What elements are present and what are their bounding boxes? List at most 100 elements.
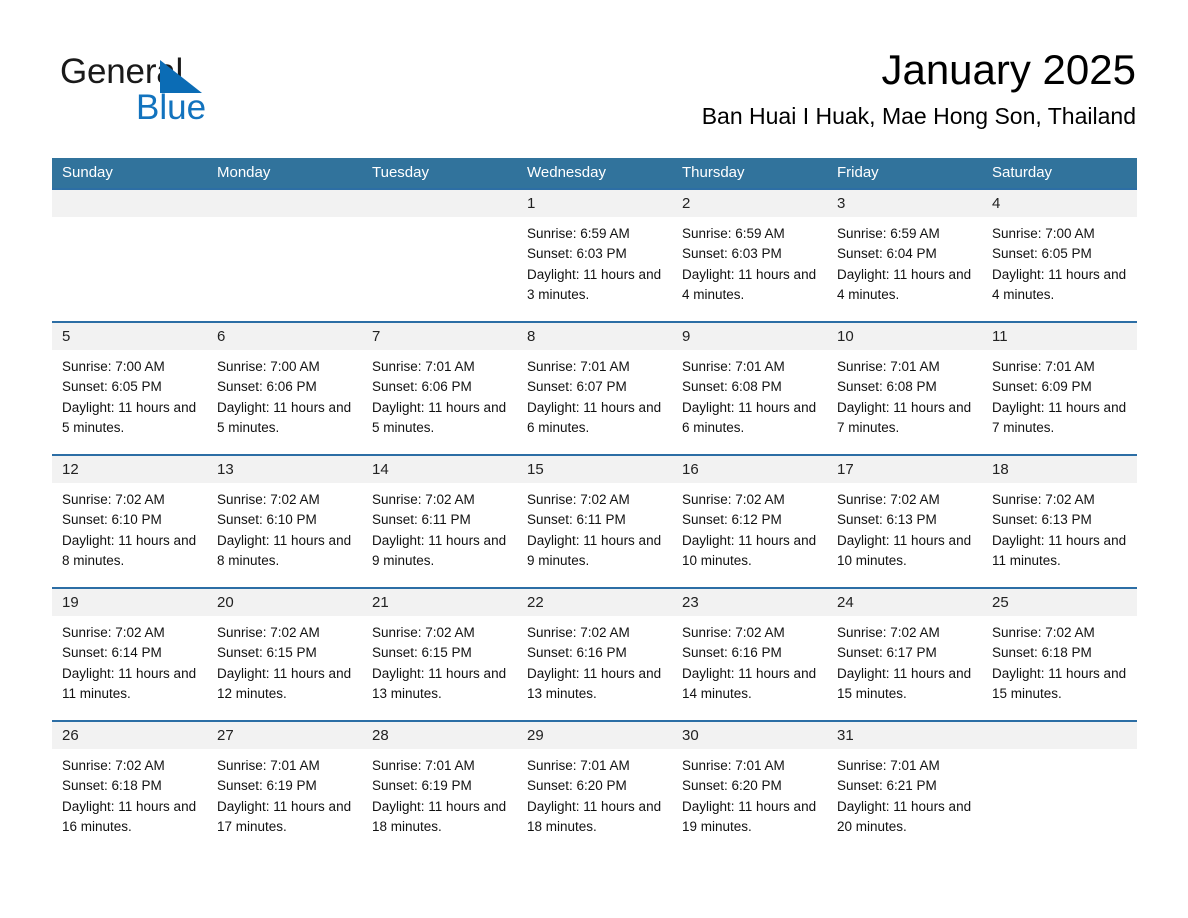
sunrise-text: Sunrise: 7:01 AM (527, 359, 630, 374)
day-number-band: 20 (207, 589, 362, 616)
day-number: 22 (527, 594, 544, 611)
day-cell[interactable]: 15 Sunrise: 7:02 AM Sunset: 6:11 PM Dayl… (517, 456, 672, 587)
day-cell[interactable]: 30 Sunrise: 7:01 AM Sunset: 6:20 PM Dayl… (672, 722, 827, 853)
day-cell[interactable]: 9 Sunrise: 7:01 AM Sunset: 6:08 PM Dayli… (672, 323, 827, 454)
calendar-week-row: 1 Sunrise: 6:59 AM Sunset: 6:03 PM Dayli… (52, 188, 1137, 321)
day-cell[interactable]: 19 Sunrise: 7:02 AM Sunset: 6:14 PM Dayl… (52, 589, 207, 720)
day-number: 20 (217, 594, 234, 611)
day-cell[interactable]: 17 Sunrise: 7:02 AM Sunset: 6:13 PM Dayl… (827, 456, 982, 587)
day-cell[interactable]: 13 Sunrise: 7:02 AM Sunset: 6:10 PM Dayl… (207, 456, 362, 587)
day-number: 8 (527, 328, 536, 345)
daylight-text: Daylight: 11 hours and 3 minutes. (527, 266, 662, 302)
day-cell[interactable] (207, 190, 362, 321)
day-cell[interactable]: 20 Sunrise: 7:02 AM Sunset: 6:15 PM Dayl… (207, 589, 362, 720)
day-cell[interactable] (52, 190, 207, 321)
calendar-week-row: 26 Sunrise: 7:02 AM Sunset: 6:18 PM Dayl… (52, 720, 1137, 853)
weekday-header-tuesday: Tuesday (372, 164, 429, 181)
sunrise-text: Sunrise: 7:02 AM (682, 625, 785, 640)
daylight-text: Daylight: 11 hours and 7 minutes. (837, 399, 972, 435)
day-cell[interactable]: 27 Sunrise: 7:01 AM Sunset: 6:19 PM Dayl… (207, 722, 362, 853)
sunrise-text: Sunrise: 6:59 AM (837, 226, 940, 241)
sunrise-text: Sunrise: 7:02 AM (527, 625, 630, 640)
sunrise-text: Sunrise: 7:02 AM (837, 492, 940, 507)
sunrise-text: Sunrise: 6:59 AM (527, 226, 630, 241)
day-cell[interactable]: 31 Sunrise: 7:01 AM Sunset: 6:21 PM Dayl… (827, 722, 982, 853)
sunrise-text: Sunrise: 7:02 AM (372, 492, 475, 507)
day-cell[interactable] (362, 190, 517, 321)
day-cell[interactable]: 6 Sunrise: 7:00 AM Sunset: 6:06 PM Dayli… (207, 323, 362, 454)
sunset-text: Sunset: 6:11 PM (527, 512, 626, 528)
day-number: 16 (682, 461, 699, 478)
day-cell[interactable]: 11 Sunrise: 7:01 AM Sunset: 6:09 PM Dayl… (982, 323, 1137, 454)
sunrise-text: Sunrise: 7:01 AM (837, 758, 940, 773)
day-number: 2 (682, 195, 691, 212)
sunset-text: Sunset: 6:19 PM (372, 778, 472, 794)
sunset-text: Sunset: 6:06 PM (372, 379, 472, 395)
sunrise-text: Sunrise: 7:02 AM (837, 625, 940, 640)
sunrise-text: Sunrise: 7:02 AM (992, 625, 1095, 640)
day-cell[interactable]: 29 Sunrise: 7:01 AM Sunset: 6:20 PM Dayl… (517, 722, 672, 853)
sunrise-text: Sunrise: 7:01 AM (837, 359, 940, 374)
day-cell[interactable] (982, 722, 1137, 853)
day-cell[interactable]: 8 Sunrise: 7:01 AM Sunset: 6:07 PM Dayli… (517, 323, 672, 454)
day-cell[interactable]: 25 Sunrise: 7:02 AM Sunset: 6:18 PM Dayl… (982, 589, 1137, 720)
sunrise-text: Sunrise: 7:00 AM (217, 359, 320, 374)
day-cell[interactable]: 4 Sunrise: 7:00 AM Sunset: 6:05 PM Dayli… (982, 190, 1137, 321)
day-details: Sunrise: 7:00 AM Sunset: 6:06 PM Dayligh… (207, 350, 362, 438)
day-details: Sunrise: 7:02 AM Sunset: 6:12 PM Dayligh… (672, 483, 827, 571)
day-details: Sunrise: 6:59 AM Sunset: 6:03 PM Dayligh… (517, 217, 672, 305)
daylight-text: Daylight: 11 hours and 20 minutes. (837, 798, 972, 834)
day-cell[interactable]: 18 Sunrise: 7:02 AM Sunset: 6:13 PM Dayl… (982, 456, 1137, 587)
day-cell[interactable]: 23 Sunrise: 7:02 AM Sunset: 6:16 PM Dayl… (672, 589, 827, 720)
logo-text-blue: Blue (136, 88, 207, 127)
general-blue-logo[interactable]: General Blue (60, 52, 320, 136)
sunset-text: Sunset: 6:11 PM (372, 512, 471, 528)
day-number-band: 17 (827, 456, 982, 483)
day-cell[interactable]: 26 Sunrise: 7:02 AM Sunset: 6:18 PM Dayl… (52, 722, 207, 853)
day-number-band: 19 (52, 589, 207, 616)
day-details (52, 217, 207, 224)
day-cell[interactable]: 7 Sunrise: 7:01 AM Sunset: 6:06 PM Dayli… (362, 323, 517, 454)
day-cell[interactable]: 16 Sunrise: 7:02 AM Sunset: 6:12 PM Dayl… (672, 456, 827, 587)
sunrise-text: Sunrise: 7:01 AM (527, 758, 630, 773)
day-cell[interactable]: 14 Sunrise: 7:02 AM Sunset: 6:11 PM Dayl… (362, 456, 517, 587)
day-details: Sunrise: 7:02 AM Sunset: 6:18 PM Dayligh… (52, 749, 207, 837)
day-number: 12 (62, 461, 79, 478)
day-cell[interactable]: 12 Sunrise: 7:02 AM Sunset: 6:10 PM Dayl… (52, 456, 207, 587)
day-cell[interactable]: 2 Sunrise: 6:59 AM Sunset: 6:03 PM Dayli… (672, 190, 827, 321)
daylight-text: Daylight: 11 hours and 9 minutes. (527, 532, 662, 568)
calendar-week-row: 12 Sunrise: 7:02 AM Sunset: 6:10 PM Dayl… (52, 454, 1137, 587)
day-details: Sunrise: 7:02 AM Sunset: 6:11 PM Dayligh… (517, 483, 672, 571)
sunset-text: Sunset: 6:20 PM (527, 778, 627, 794)
day-number-band: 22 (517, 589, 672, 616)
sunset-text: Sunset: 6:16 PM (527, 645, 627, 661)
day-details (982, 749, 1137, 756)
day-number: 15 (527, 461, 544, 478)
day-cell[interactable]: 22 Sunrise: 7:02 AM Sunset: 6:16 PM Dayl… (517, 589, 672, 720)
day-cell[interactable]: 3 Sunrise: 6:59 AM Sunset: 6:04 PM Dayli… (827, 190, 982, 321)
day-details: Sunrise: 7:00 AM Sunset: 6:05 PM Dayligh… (982, 217, 1137, 305)
day-cell[interactable]: 24 Sunrise: 7:02 AM Sunset: 6:17 PM Dayl… (827, 589, 982, 720)
daylight-text: Daylight: 11 hours and 6 minutes. (527, 399, 662, 435)
day-number: 19 (62, 594, 79, 611)
day-cell[interactable]: 10 Sunrise: 7:01 AM Sunset: 6:08 PM Dayl… (827, 323, 982, 454)
daylight-text: Daylight: 11 hours and 13 minutes. (527, 665, 662, 701)
day-cell[interactable]: 5 Sunrise: 7:00 AM Sunset: 6:05 PM Dayli… (52, 323, 207, 454)
day-details: Sunrise: 7:02 AM Sunset: 6:13 PM Dayligh… (827, 483, 982, 571)
day-cell[interactable]: 21 Sunrise: 7:02 AM Sunset: 6:15 PM Dayl… (362, 589, 517, 720)
day-details: Sunrise: 7:02 AM Sunset: 6:10 PM Dayligh… (207, 483, 362, 571)
page-title: January 2025 (881, 46, 1136, 93)
day-number-band: 10 (827, 323, 982, 350)
day-number: 5 (62, 328, 71, 345)
day-number-band: 16 (672, 456, 827, 483)
day-details (362, 217, 517, 224)
day-number-band: 29 (517, 722, 672, 749)
day-cell[interactable]: 1 Sunrise: 6:59 AM Sunset: 6:03 PM Dayli… (517, 190, 672, 321)
sunset-text: Sunset: 6:06 PM (217, 379, 317, 395)
day-cell[interactable]: 28 Sunrise: 7:01 AM Sunset: 6:19 PM Dayl… (362, 722, 517, 853)
day-details: Sunrise: 7:02 AM Sunset: 6:14 PM Dayligh… (52, 616, 207, 704)
sunset-text: Sunset: 6:18 PM (992, 645, 1092, 661)
sunrise-text: Sunrise: 7:02 AM (217, 492, 320, 507)
day-number-band: 31 (827, 722, 982, 749)
sunset-text: Sunset: 6:19 PM (217, 778, 317, 794)
